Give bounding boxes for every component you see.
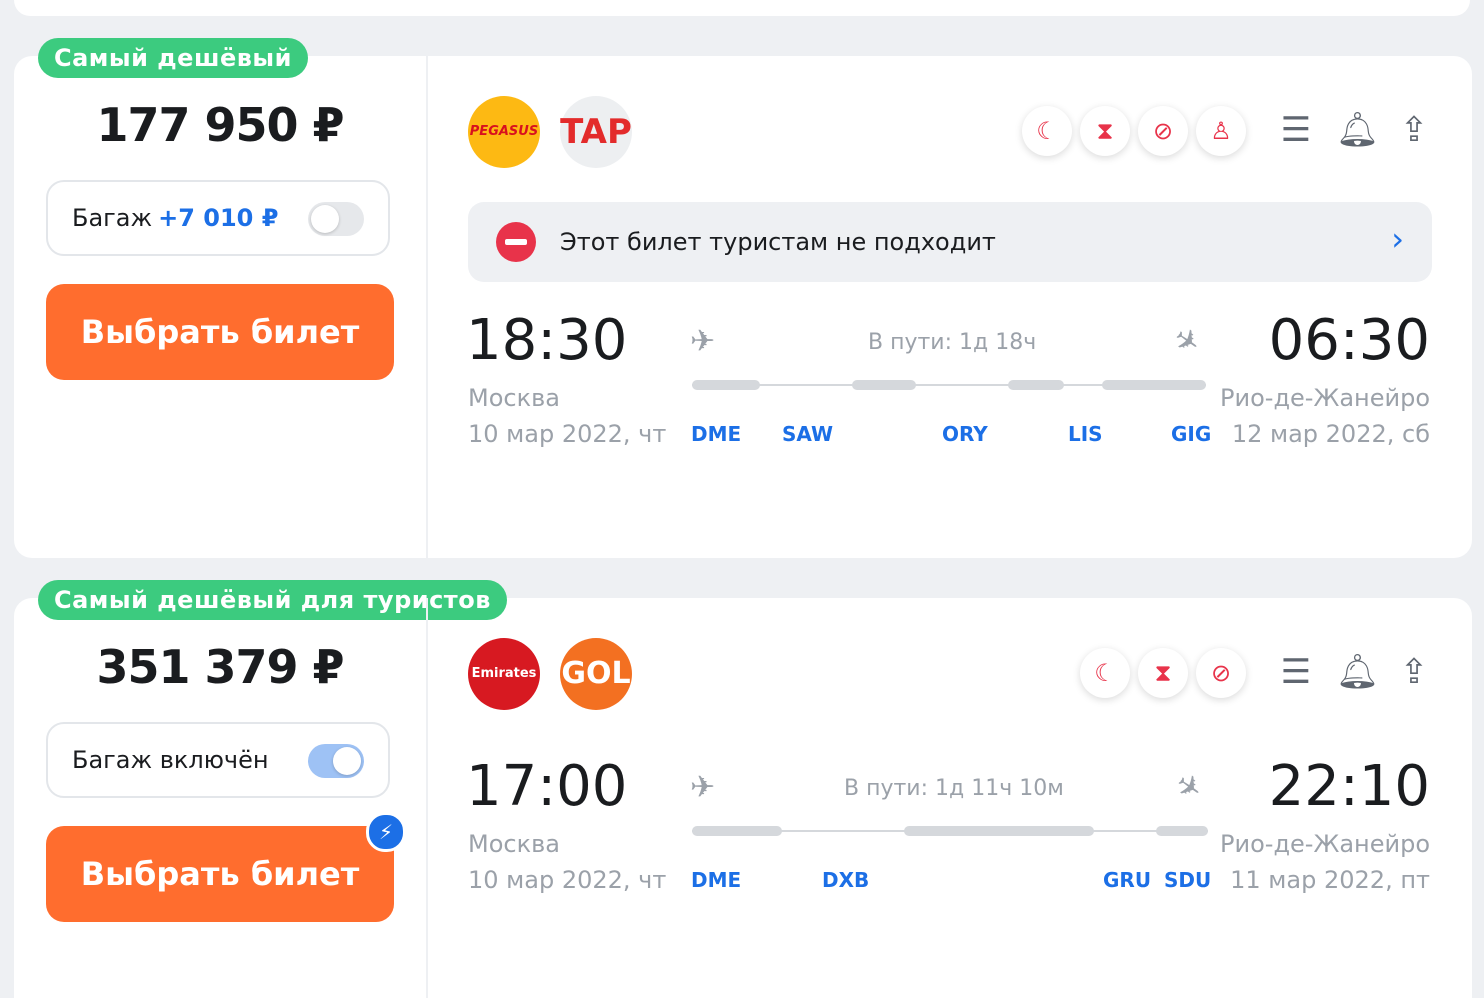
airport-code[interactable]: GIG — [1171, 422, 1211, 446]
arrival-city: Рио-де-Жанейро — [1220, 384, 1430, 412]
card-divider — [426, 598, 428, 998]
airline-logo-tap: TAP — [560, 96, 632, 168]
no-baggage-icon[interactable]: ⊘ — [1196, 648, 1246, 698]
flight-segment — [1008, 380, 1064, 390]
flight-segment — [904, 826, 1094, 836]
arrival-time: 06:30 — [1268, 308, 1430, 373]
airport-code[interactable]: SDU — [1164, 868, 1211, 892]
warning-text: Этот билет туристам не подходит — [560, 228, 996, 256]
baggage-toggle[interactable] — [308, 202, 364, 236]
airport-code[interactable]: SAW — [782, 422, 833, 446]
flight-attendant-icon[interactable]: ♙ — [1196, 106, 1246, 156]
airport-code[interactable]: LIS — [1068, 422, 1103, 446]
previous-card-edge — [14, 0, 1470, 16]
airline-logo-gol: GOL — [560, 638, 632, 710]
flight-segment — [1102, 380, 1206, 390]
trip-duration: В пути: 1д 11ч 10м — [844, 776, 1064, 801]
cheapest-badge: Самый дешёвый — [38, 38, 308, 78]
departure-city: Москва — [468, 830, 560, 858]
flight-segment — [852, 380, 916, 390]
departure-city: Москва — [468, 384, 560, 412]
cheapest-for-tourists-badge: Самый дешёвый для туристов — [38, 580, 507, 620]
departure-date: 10 мар 2022, чт — [468, 866, 667, 894]
airport-code[interactable]: DME — [691, 422, 741, 446]
airport-code[interactable]: GRU — [1103, 868, 1151, 892]
departure-time: 17:00 — [466, 754, 628, 819]
flight-segment — [692, 380, 760, 390]
arrival-time: 22:10 — [1268, 754, 1430, 819]
baggage-price: +7 010 ₽ — [158, 204, 279, 232]
trip-duration: В пути: 1д 18ч — [868, 330, 1037, 355]
landing-icon: ✈ — [1166, 319, 1207, 364]
airport-code[interactable]: DXB — [822, 868, 869, 892]
select-ticket-button[interactable]: Выбрать билет ⚡︎ — [46, 812, 406, 922]
hourglass-icon[interactable]: ⧗ — [1138, 648, 1188, 698]
airport-code[interactable]: ORY — [942, 422, 988, 446]
tourist-warning-banner[interactable]: Этот билет туристам не подходит › — [468, 202, 1432, 282]
ticket-card: Самый дешёвый для туристов 351 379 ₽ Баг… — [14, 580, 1472, 998]
bell-icon[interactable]: 🔔︎ — [1336, 648, 1379, 696]
takeoff-icon: ✈ — [690, 770, 716, 805]
no-baggage-icon[interactable]: ⊘ — [1138, 106, 1188, 156]
add-to-list-icon[interactable]: ☰ — [1276, 648, 1316, 696]
arrival-city: Рио-де-Жанейро — [1220, 830, 1430, 858]
hourglass-icon[interactable]: ⧗ — [1080, 106, 1130, 156]
baggage-label: Багаж включён — [72, 746, 269, 774]
lightning-icon: ⚡︎ — [366, 812, 406, 852]
airline-logo-emirates: Emirates — [468, 638, 540, 710]
departure-time: 18:30 — [466, 308, 628, 373]
arrival-date: 12 мар 2022, сб — [1231, 420, 1430, 448]
airport-code[interactable]: DME — [691, 868, 741, 892]
baggage-toggle[interactable] — [308, 744, 364, 778]
bell-icon[interactable]: 🔔︎ — [1336, 106, 1379, 154]
flight-segment — [1156, 826, 1208, 836]
card-divider — [426, 56, 428, 558]
add-to-list-icon[interactable]: ☰ — [1276, 106, 1316, 154]
share-icon[interactable]: ⇪ — [1394, 106, 1434, 154]
stop-icon — [496, 222, 536, 262]
select-ticket-button[interactable]: Выбрать билет — [46, 284, 394, 380]
baggage-option[interactable]: Багаж +7 010 ₽ — [46, 180, 390, 256]
baggage-label: Багаж — [72, 204, 153, 232]
ticket-card: Самый дешёвый 177 950 ₽ Багаж +7 010 ₽ Вы… — [14, 38, 1472, 558]
baggage-option[interactable]: Багаж включён — [46, 722, 390, 798]
chevron-right-icon: › — [1391, 220, 1404, 258]
share-icon[interactable]: ⇪ — [1394, 648, 1434, 696]
departure-date: 10 мар 2022, чт — [468, 420, 667, 448]
moon-icon[interactable]: ☾ — [1080, 648, 1130, 698]
flight-segment — [692, 826, 782, 836]
moon-icon[interactable]: ☾ — [1022, 106, 1072, 156]
ticket-price: 351 379 ₽ — [96, 640, 344, 694]
arrival-date: 11 мар 2022, пт — [1230, 866, 1430, 894]
airline-logo-pegasus: PEGASUS — [468, 96, 540, 168]
landing-icon: ✈ — [1168, 765, 1209, 810]
takeoff-icon: ✈ — [690, 324, 716, 359]
ticket-price: 177 950 ₽ — [96, 98, 344, 152]
